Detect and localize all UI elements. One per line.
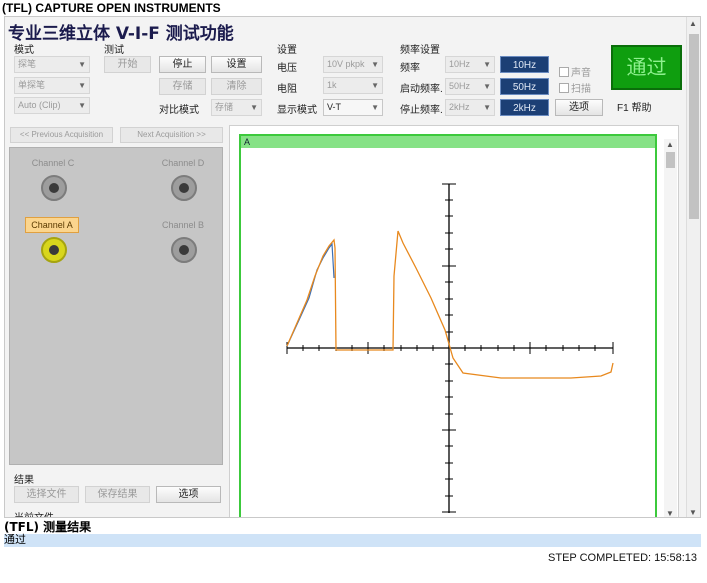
results-label: 结果 [14, 475, 34, 486]
scope-vertical-scrollbar[interactable]: ▲ ▼ [664, 139, 677, 517]
start-freq-value-box[interactable]: 50Hz [500, 78, 549, 95]
resistance-select-value: 1k [327, 80, 337, 90]
freq-select-value: 10Hz [449, 59, 471, 69]
chevron-down-icon: ▼ [78, 60, 86, 69]
store-button[interactable]: 存储 [159, 78, 206, 95]
freq-options-button[interactable]: 选项 [555, 99, 603, 116]
channel-d-connector[interactable] [171, 175, 197, 201]
chevron-down-icon: ▼ [250, 103, 258, 112]
chevron-down-icon: ▼ [371, 60, 379, 69]
connector-center [179, 183, 189, 193]
scroll-down-arrow[interactable]: ▼ [689, 508, 697, 517]
voltage-select-value: 10V pkpk [327, 59, 365, 69]
next-acquisition-button[interactable]: Next Acquisition >> [120, 127, 223, 143]
status-bar: 通过 [4, 534, 701, 547]
clip-mode-select-value: Auto (Clip) [18, 100, 61, 110]
setup-button[interactable]: 设置 [211, 56, 262, 73]
checkbox-box [559, 67, 569, 77]
channel-b-connector[interactable] [171, 237, 197, 263]
scroll-down-arrow[interactable]: ▼ [666, 509, 674, 517]
mode-group-label: 模式 [14, 45, 34, 56]
chevron-down-icon: ▼ [483, 103, 491, 112]
channel-b-label: Channel B [161, 220, 205, 230]
help-label: F1 帮助 [617, 103, 652, 114]
scroll-thumb[interactable] [666, 152, 675, 168]
results-options-button[interactable]: 选项 [156, 486, 221, 503]
channel-a-connector[interactable] [41, 237, 67, 263]
settings-group-label: 设置 [277, 45, 297, 56]
stop-button[interactable]: 停止 [159, 56, 206, 73]
voltage-select[interactable]: 10V pkpk ▼ [323, 56, 383, 73]
channel-panel: Channel C Channel D Channel A Channel B [9, 147, 223, 465]
scope-frame: A [239, 134, 657, 517]
chevron-down-icon: ▼ [483, 82, 491, 91]
probe-select[interactable]: 探笔 ▼ [14, 56, 90, 73]
scroll-up-arrow[interactable]: ▲ [689, 19, 697, 28]
single-probe-select[interactable]: 单探笔 ▼ [14, 77, 90, 94]
start-freq-select-value: 50Hz [449, 81, 471, 91]
checkbox-box [559, 83, 569, 93]
measured-trace [286, 230, 614, 379]
compare-mode-select-value: 存储 [215, 102, 234, 112]
freq-label: 频率 [400, 63, 420, 74]
stop-freq-select[interactable]: 2kHz ▼ [445, 99, 495, 116]
freq-group-label: 频率设置 [400, 45, 440, 56]
clear-button[interactable]: 清除 [211, 78, 262, 95]
display-mode-select[interactable]: V-T ▼ [323, 99, 383, 116]
chevron-down-icon: ▼ [371, 81, 379, 90]
channel-c-label: Channel C [31, 158, 75, 168]
chevron-down-icon: ▼ [78, 81, 86, 90]
voltage-label: 电压 [277, 63, 297, 74]
scope-tab: A [241, 136, 655, 148]
start-freq-select[interactable]: 50Hz ▼ [445, 78, 495, 95]
start-freq-label: 启动频率. [400, 84, 443, 95]
channel-c-connector[interactable] [41, 175, 67, 201]
scope-plot [286, 183, 614, 513]
stop-freq-value-box[interactable]: 2kHz [500, 99, 549, 116]
connector-center [49, 183, 59, 193]
channel-d-label: Channel D [161, 158, 205, 168]
sweep-checkbox[interactable]: 扫描 [559, 80, 591, 95]
sound-checkbox-label: 声音 [571, 68, 591, 79]
stop-freq-select-value: 2kHz [449, 102, 470, 112]
test-group-label: 测试 [104, 45, 124, 56]
scroll-thumb[interactable] [689, 34, 699, 219]
app-frame: 专业三维立体 V-I-F 测试功能 模式 探笔 ▼ 单探笔 ▼ Auto (Clip… [4, 16, 701, 518]
current-file-label: 当前文件 [14, 509, 54, 517]
resistance-label: 电阻 [277, 84, 297, 95]
single-probe-select-value: 单探笔 [18, 80, 46, 90]
pass-indicator: 通过 [611, 45, 682, 90]
resistance-select[interactable]: 1k ▼ [323, 77, 383, 94]
chevron-down-icon: ▼ [371, 103, 379, 112]
main-vertical-scrollbar[interactable]: ▲ ▼ [686, 17, 700, 517]
compare-mode-select[interactable]: 存储 ▼ [211, 99, 262, 116]
freq-select[interactable]: 10Hz ▼ [445, 56, 495, 73]
stop-freq-label: 停止频率. [400, 105, 443, 116]
channel-a-label[interactable]: Channel A [25, 217, 79, 233]
sound-checkbox[interactable]: 声音 [559, 64, 591, 79]
start-button[interactable]: 开始 [104, 56, 151, 73]
window-header-title: (TFL) CAPTURE OPEN INSTRUMENTS [2, 1, 221, 15]
connector-center [179, 245, 189, 255]
chevron-down-icon: ▼ [78, 101, 86, 110]
connector-center [49, 245, 59, 255]
scroll-up-arrow[interactable]: ▲ [666, 140, 674, 149]
sweep-checkbox-label: 扫描 [571, 84, 591, 95]
compare-mode-label: 对比模式 [159, 105, 199, 116]
scope-area: A [229, 125, 679, 517]
clip-mode-select[interactable]: Auto (Clip) ▼ [14, 97, 90, 114]
display-mode-select-value: V-T [327, 102, 342, 112]
status-title: (TFL) 测量结果 [4, 520, 92, 534]
select-file-button[interactable]: 选择文件 [14, 486, 79, 503]
save-result-button[interactable]: 保存结果 [85, 486, 150, 503]
freq-value-box[interactable]: 10Hz [500, 56, 549, 73]
previous-acquisition-button[interactable]: << Previous Acquisition [10, 127, 113, 143]
step-completed-label: STEP COMPLETED: 15:58:13 [548, 552, 697, 564]
display-mode-label: 显示模式 [277, 105, 317, 116]
probe-select-value: 探笔 [18, 59, 37, 69]
chevron-down-icon: ▼ [483, 60, 491, 69]
